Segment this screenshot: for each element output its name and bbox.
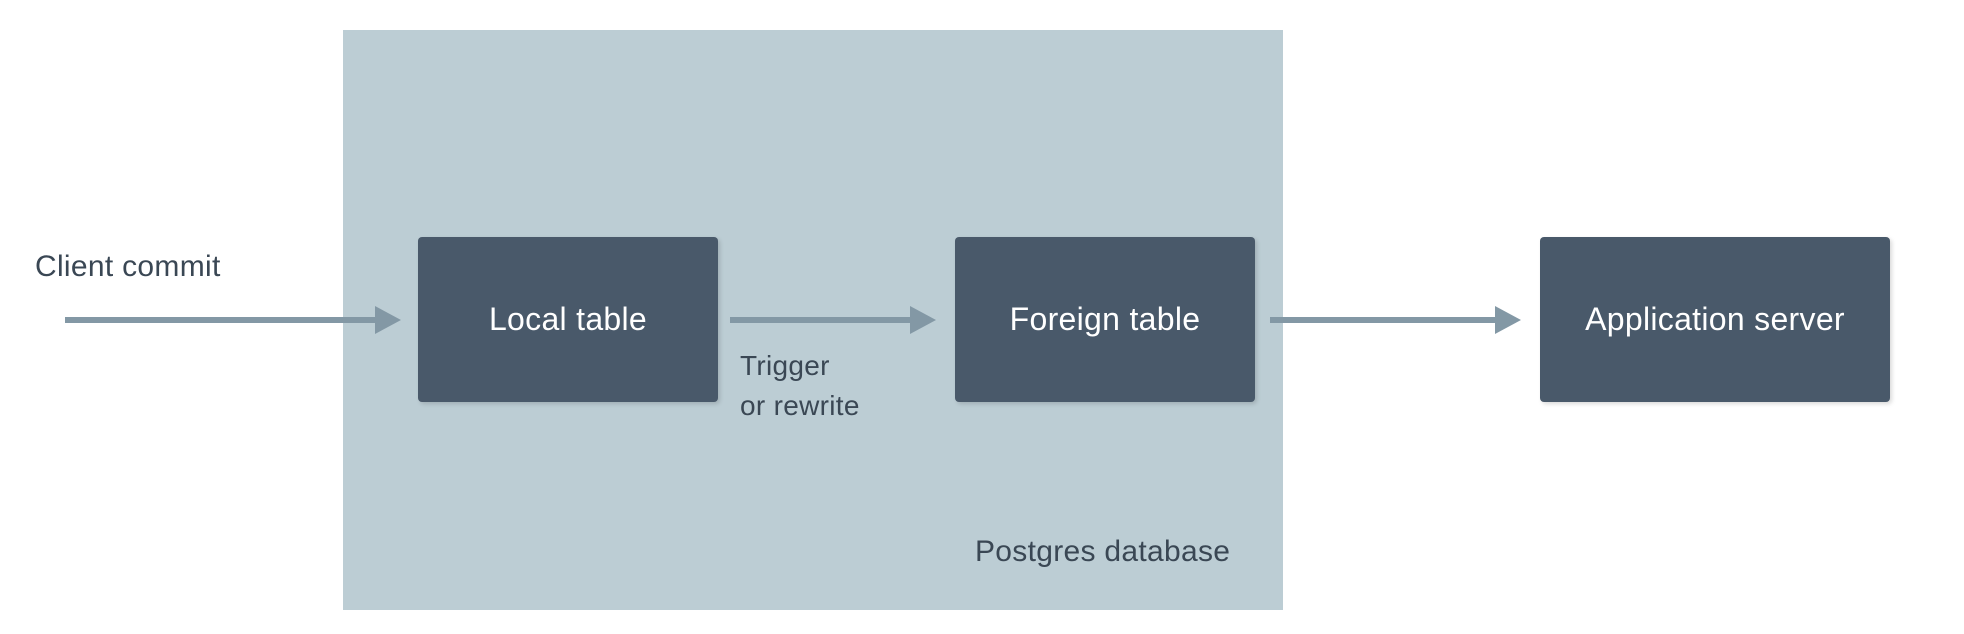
container-title: Postgres database bbox=[975, 535, 1230, 569]
arrow-local-to-foreign-head bbox=[910, 306, 936, 334]
arrow-client-to-local-head bbox=[375, 306, 401, 334]
diagram-canvas: Postgres database Client commit Local ta… bbox=[0, 0, 1964, 634]
foreign-table-node: Foreign table bbox=[955, 237, 1255, 402]
edge-label-line1: Trigger bbox=[740, 350, 830, 382]
local-table-node: Local table bbox=[418, 237, 718, 402]
client-commit-label: Client commit bbox=[35, 250, 221, 284]
arrow-foreign-to-app-head bbox=[1495, 306, 1521, 334]
application-server-text: Application server bbox=[1585, 301, 1845, 338]
foreign-table-text: Foreign table bbox=[1010, 301, 1201, 338]
arrow-client-to-local bbox=[65, 317, 375, 323]
arrow-foreign-to-app bbox=[1270, 317, 1495, 323]
application-server-node: Application server bbox=[1540, 237, 1890, 402]
edge-label-line2: or rewrite bbox=[740, 390, 860, 422]
arrow-local-to-foreign bbox=[730, 317, 910, 323]
local-table-text: Local table bbox=[489, 301, 647, 338]
